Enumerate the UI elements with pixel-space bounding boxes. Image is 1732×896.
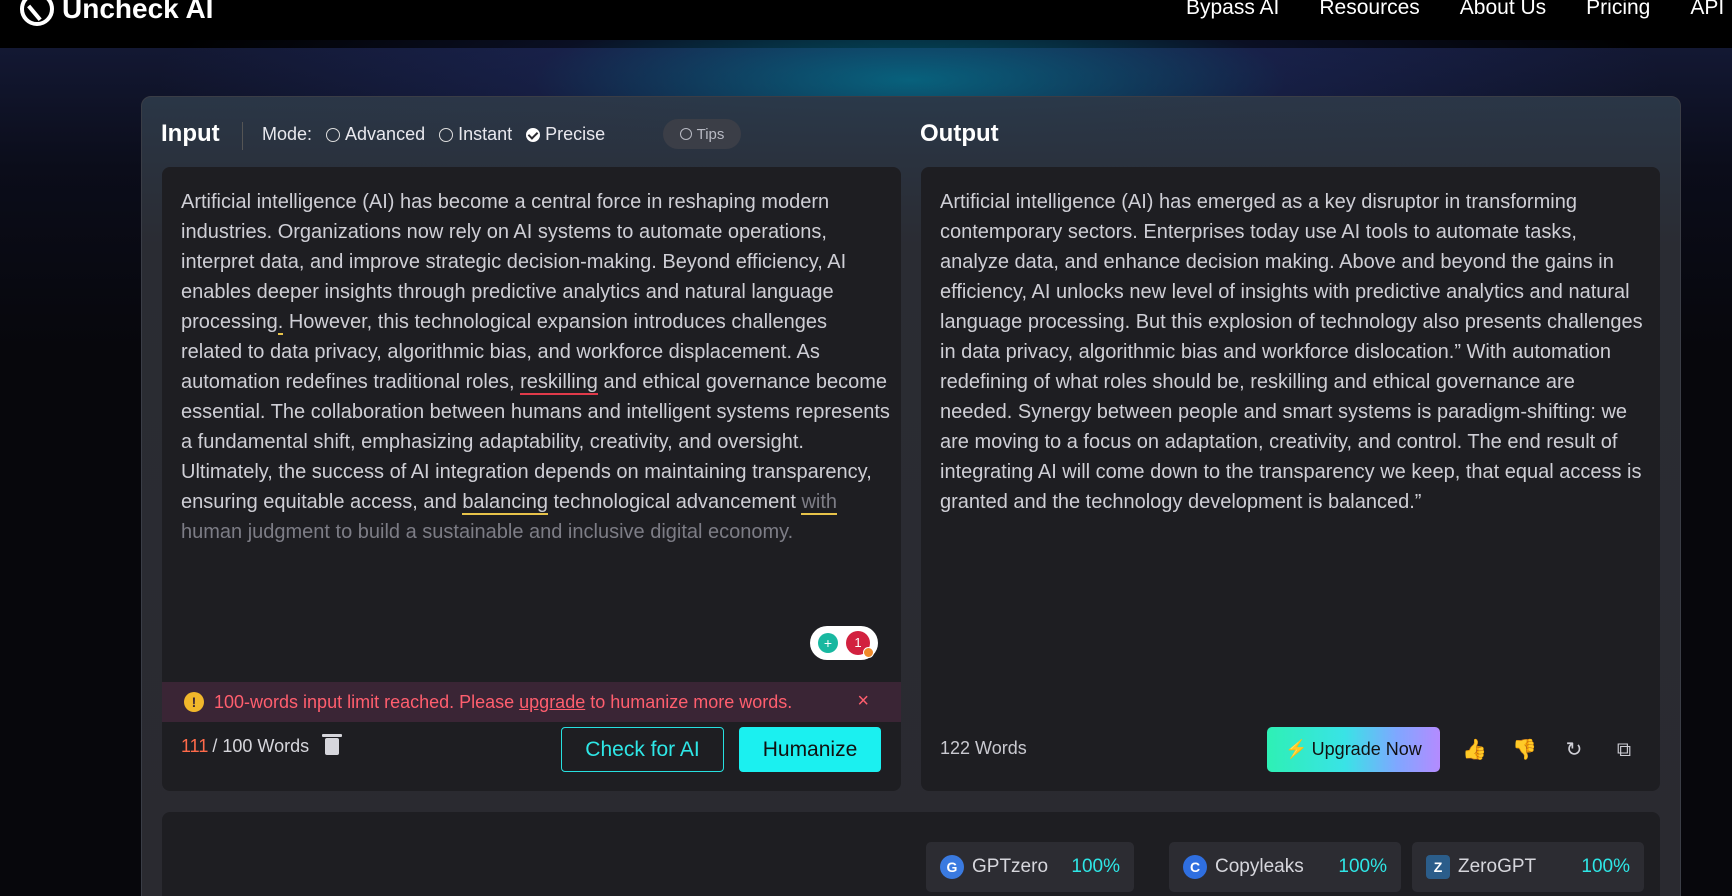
mode-option-label: Instant — [458, 124, 513, 144]
detector-copyleaks: C Copyleaks 100% — [1169, 842, 1401, 892]
thumbs-down-icon[interactable]: 👎 — [1512, 738, 1537, 762]
lightbulb-icon — [679, 128, 692, 140]
detector-name: ZeroGPT — [1458, 856, 1537, 877]
trash-icon[interactable] — [322, 734, 343, 755]
word-limit-alert: ! 100-words input limit reached. Please … — [162, 682, 901, 722]
thumbs-up-icon[interactable]: 👍 — [1462, 738, 1487, 762]
detector-score: 100% — [1581, 856, 1630, 877]
mode-selector: Mode: Advanced Instant Precise — [262, 124, 605, 145]
zerogpt-icon: Z — [1426, 855, 1450, 879]
copyleaks-icon: C — [1183, 855, 1207, 879]
upgrade-label: Upgrade Now — [1311, 739, 1422, 759]
logo-icon — [20, 0, 54, 26]
detector-name: Copyleaks — [1215, 856, 1304, 877]
tips-label: Tips — [696, 125, 725, 143]
nav-link-resources[interactable]: Resources — [1319, 0, 1419, 20]
detector-zerogpt: Z ZeroGPT 100% — [1412, 842, 1644, 892]
detector-gptzero: G GPTzero 100% — [926, 842, 1134, 892]
input-title: Input — [161, 120, 220, 147]
check-for-ai-button[interactable]: Check for AI — [561, 727, 724, 772]
bolt-icon: ⚡ — [1285, 739, 1308, 759]
nav-links: Bypass AI Resources About Us Pricing API — [1186, 0, 1724, 20]
top-nav: Uncheck AI Bypass AI Resources About Us … — [0, 0, 1732, 48]
nav-link-about-us[interactable]: About Us — [1460, 0, 1546, 20]
suggestions-badge[interactable]: + 1 — [810, 626, 878, 660]
regenerate-icon[interactable]: ↻ — [1562, 738, 1586, 762]
copy-icon[interactable]: ⧉ — [1612, 738, 1636, 762]
upgrade-now-button[interactable]: ⚡ Upgrade Now — [1267, 727, 1440, 772]
annotated-text[interactable]: balancing — [462, 491, 548, 515]
annotated-text[interactable]: with — [801, 491, 838, 515]
logo-text: Uncheck AI — [62, 0, 214, 24]
mode-option-precise[interactable]: Precise — [526, 124, 605, 145]
suggestion-icon: + — [818, 633, 838, 653]
detector-score: 100% — [1071, 856, 1120, 877]
suggestion-count: 1 — [846, 631, 874, 658]
mode-label: Mode: — [262, 124, 313, 144]
radio-icon — [439, 127, 454, 142]
input-textarea[interactable]: Artificial intelligence (AI) has become … — [181, 187, 891, 547]
nav-link-bypass-ai[interactable]: Bypass AI — [1186, 0, 1279, 20]
radio-checked-icon — [526, 127, 541, 142]
limit-message: 100-words input limit reached. Please up… — [214, 691, 793, 712]
radio-icon — [326, 127, 341, 142]
mode-option-instant[interactable]: Instant — [439, 124, 512, 145]
annotated-text: human judgment to build a sustainable an… — [181, 521, 794, 543]
nav-link-pricing[interactable]: Pricing — [1586, 0, 1650, 20]
input-word-count: 111 / 100 Words — [181, 734, 343, 757]
output-word-count: 122 Words — [940, 738, 1027, 758]
humanize-button[interactable]: Humanize — [739, 727, 881, 772]
detector-name: GPTzero — [972, 856, 1049, 877]
logo[interactable]: Uncheck AI — [20, 0, 213, 26]
header-divider — [242, 122, 243, 150]
mode-option-label: Precise — [545, 124, 606, 144]
current-word-count: 111 — [181, 736, 209, 756]
output-title: Output — [920, 120, 999, 147]
mode-option-label: Advanced — [345, 124, 426, 144]
detector-score: 100% — [1338, 856, 1387, 877]
mode-option-advanced[interactable]: Advanced — [326, 124, 425, 145]
word-limit: / 100 Words — [212, 736, 310, 756]
tips-button[interactable]: Tips — [663, 119, 741, 149]
gptzero-icon: G — [940, 855, 964, 879]
input-text-segment: technological advancement — [547, 491, 802, 513]
close-icon[interactable]: × — [857, 690, 869, 713]
warning-icon: ! — [184, 692, 204, 712]
upgrade-link[interactable]: upgrade — [519, 692, 585, 712]
annotated-text[interactable]: reskilling — [520, 371, 598, 395]
output-text: Artificial intelligence (AI) has emerged… — [940, 191, 1643, 513]
nav-link-api[interactable]: API — [1690, 0, 1724, 20]
